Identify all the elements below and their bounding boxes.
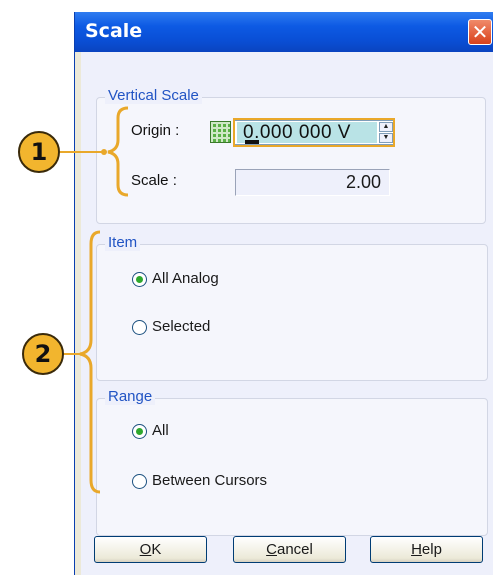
callout-1: 1: [18, 131, 60, 173]
callout-2: 2: [22, 333, 64, 375]
callout-brackets: [60, 106, 395, 494]
connector-dot-1: [101, 149, 107, 155]
origin-highlight: [233, 118, 395, 147]
bracket-1: [107, 106, 129, 197]
bracket-2: [79, 230, 101, 494]
